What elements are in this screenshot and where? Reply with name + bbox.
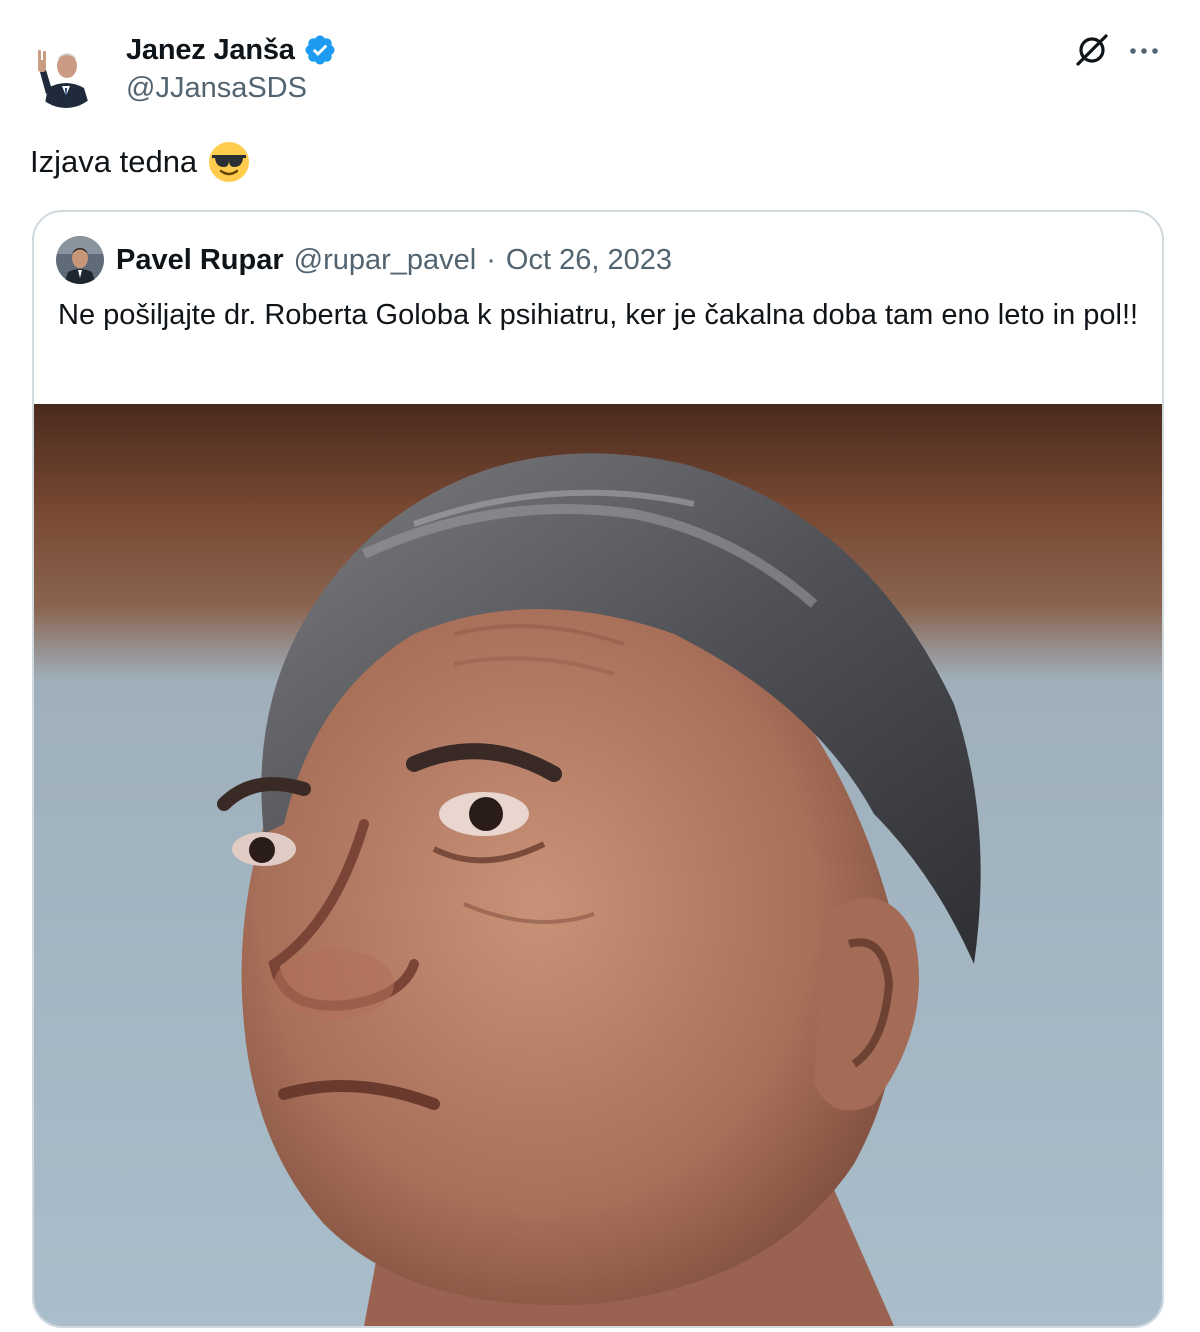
author-name-row: Janez Janša <box>126 30 337 70</box>
author-avatar[interactable] <box>30 36 102 108</box>
grok-icon[interactable] <box>1072 30 1112 70</box>
quoted-tweet-date: Oct 26, 2023 <box>505 243 672 276</box>
tweet-text: Izjava tedna <box>30 140 251 184</box>
quoted-tweet-card[interactable]: Pavel Rupar @rupar_pavel · Oct 26, 2023 … <box>32 210 1164 1328</box>
tweet: Janez Janša @JJansaSDS Izjava tedna Pave… <box>0 0 1200 1332</box>
verified-check-icon[interactable] <box>303 33 337 67</box>
header-separator: · <box>486 243 496 276</box>
quoted-author-name: Pavel Rupar <box>116 243 284 276</box>
smiling-face-with-sunglasses-icon <box>207 140 251 184</box>
quoted-tweet-header: Pavel Rupar @rupar_pavel · Oct 26, 2023 <box>56 234 672 286</box>
more-dots-icon[interactable] <box>1124 30 1164 70</box>
quoted-tweet-photo[interactable] <box>34 404 1162 1326</box>
quoted-tweet-text: Ne pošiljajte dr. Roberta Goloba k psihi… <box>58 299 1139 331</box>
author-handle[interactable]: @JJansaSDS <box>126 72 307 105</box>
author-name[interactable]: Janez Janša <box>126 34 295 67</box>
tweet-text-content: Izjava tedna <box>30 144 198 179</box>
quoted-author-avatar <box>56 236 104 284</box>
quoted-author-handle: @rupar_pavel <box>293 243 477 276</box>
